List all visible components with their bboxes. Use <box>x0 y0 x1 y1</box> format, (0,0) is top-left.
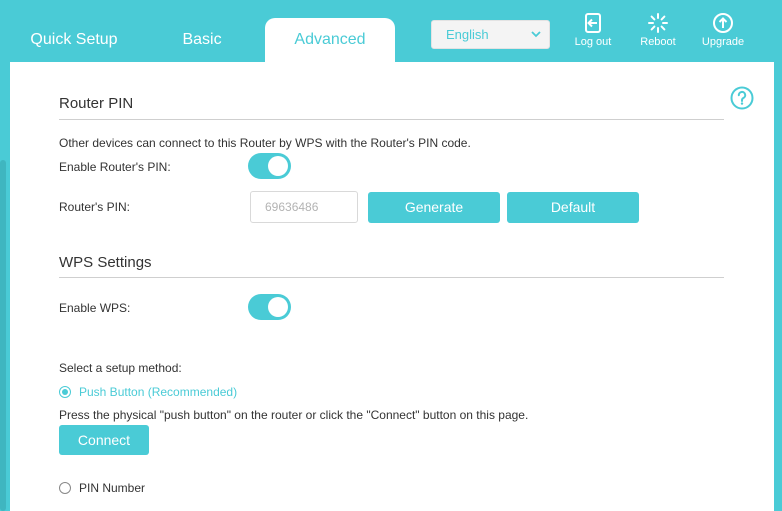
reboot-label: Reboot <box>640 36 676 48</box>
connect-button[interactable]: Connect <box>59 425 149 455</box>
reboot-icon <box>648 13 668 33</box>
enable-wps-toggle[interactable] <box>248 294 291 320</box>
tab-quick-setup[interactable]: Quick Setup <box>10 18 138 62</box>
pin-number-label[interactable]: PIN Number <box>79 481 145 495</box>
chevron-down-icon <box>531 31 541 38</box>
router-pin-label: Router's PIN: <box>59 200 130 214</box>
tab-advanced[interactable]: Advanced <box>265 18 395 62</box>
router-pin-divider <box>59 119 724 120</box>
reboot-button[interactable]: Reboot <box>628 12 688 52</box>
upgrade-label: Upgrade <box>701 36 745 48</box>
top-nav-bar: Quick Setup Basic Advanced English Log o… <box>0 0 782 62</box>
push-button-description: Press the physical "push button" on the … <box>59 408 529 422</box>
wps-settings-title: WPS Settings <box>59 254 152 271</box>
language-select-value: English <box>446 27 489 42</box>
router-pin-title: Router PIN <box>59 95 134 112</box>
push-button-label[interactable]: Push Button (Recommended) <box>79 385 237 399</box>
logout-label: Log out <box>574 36 612 48</box>
pin-number-radio[interactable] <box>59 482 71 494</box>
push-button-radio[interactable] <box>59 386 71 398</box>
help-icon[interactable] <box>730 86 754 110</box>
language-select[interactable]: English <box>431 20 550 49</box>
enable-router-pin-toggle[interactable] <box>248 153 291 179</box>
logout-button[interactable]: Log out <box>563 12 623 52</box>
wps-settings-divider <box>59 277 724 278</box>
setup-method-label: Select a setup method: <box>59 361 182 375</box>
logout-icon <box>585 13 601 33</box>
tab-basic[interactable]: Basic <box>150 18 254 62</box>
scrollbar[interactable] <box>0 160 6 511</box>
enable-wps-label: Enable WPS: <box>59 301 131 315</box>
upgrade-button[interactable]: Upgrade <box>693 12 753 52</box>
generate-button[interactable]: Generate <box>368 192 500 223</box>
upgrade-icon <box>713 13 733 33</box>
router-pin-field[interactable]: 69636486 <box>250 191 358 223</box>
toggle-knob <box>268 156 288 176</box>
default-button[interactable]: Default <box>507 192 639 223</box>
router-pin-description: Other devices can connect to this Router… <box>59 136 471 150</box>
toggle-knob <box>268 297 288 317</box>
enable-router-pin-label: Enable Router's PIN: <box>59 160 171 174</box>
